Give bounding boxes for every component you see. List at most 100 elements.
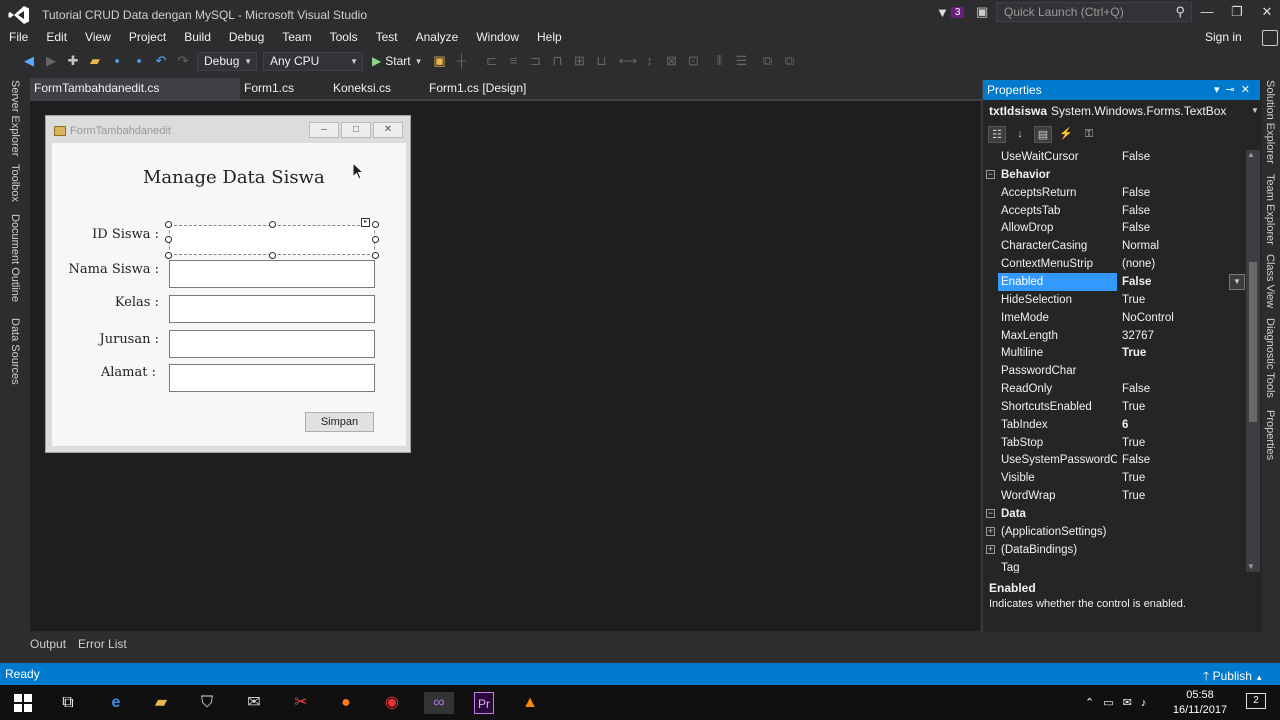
property-value[interactable]: 6 — [1122, 416, 1128, 434]
notifications-button[interactable]: ▼ 3 — [936, 5, 965, 20]
undo-icon[interactable]: ↶ — [152, 52, 170, 70]
resize-handle[interactable] — [165, 236, 172, 243]
tab-form1-design[interactable]: Form1.cs [Design] — [425, 78, 530, 99]
user-icon[interactable] — [1262, 30, 1278, 46]
property-row[interactable]: HideSelection True — [983, 291, 1245, 309]
menu-view[interactable]: View — [76, 28, 120, 48]
start-debugging-button[interactable]: ▶ Start ▼ — [372, 54, 423, 68]
kelas-textbox[interactable] — [169, 295, 375, 323]
menu-file[interactable]: File — [0, 28, 37, 48]
events-icon[interactable]: ⚡ — [1057, 126, 1075, 143]
tab-form1-cs[interactable]: Form1.cs — [240, 78, 298, 99]
property-value[interactable]: True — [1122, 398, 1145, 416]
resize-handle[interactable] — [269, 252, 276, 259]
vertical-spacing-icon[interactable]: ☰ — [733, 52, 751, 70]
minimize-button[interactable]: — — [1192, 4, 1222, 19]
id-siswa-label[interactable]: ID Siswa : — [49, 227, 159, 242]
form-heading-label[interactable]: Manage Data Siswa — [143, 167, 325, 188]
property-value[interactable]: False — [1122, 148, 1150, 166]
feedback-icon[interactable]: ▣ — [976, 4, 988, 20]
windows-start-icon[interactable] — [14, 694, 32, 712]
align-lefts-icon[interactable]: ⊏ — [483, 52, 501, 70]
firefox-icon[interactable]: ● — [335, 692, 357, 714]
store-icon[interactable]: ⛉ — [196, 692, 218, 714]
task-view-icon[interactable]: ⧉ — [57, 692, 79, 714]
class-view-tab[interactable]: Class View — [1264, 254, 1276, 308]
edge-browser-icon[interactable]: e — [105, 692, 127, 714]
align-bottoms-icon[interactable]: ⊔ — [593, 52, 611, 70]
smart-tag-icon[interactable]: ▸ — [361, 218, 370, 227]
property-row[interactable]: Tag — [983, 559, 1245, 573]
document-outline-tab[interactable]: Document Outline — [9, 214, 21, 302]
visual-studio-taskbar-icon[interactable]: ∞ — [424, 692, 454, 714]
nama-siswa-textbox[interactable] — [169, 260, 375, 288]
solution-configuration-select[interactable]: Debug ▼ — [197, 51, 257, 71]
close-window-button[interactable]: ✕ — [1252, 4, 1280, 20]
alphabetical-icon[interactable]: ↓ — [1011, 126, 1029, 143]
make-same-height-icon[interactable]: ↕ — [641, 52, 659, 70]
menu-debug[interactable]: Debug — [220, 28, 273, 48]
taskbar-clock[interactable]: 05:58 16/11/2017 — [1170, 688, 1230, 718]
solution-explorer-tab[interactable]: Solution Explorer — [1264, 80, 1276, 164]
menu-help[interactable]: Help — [528, 28, 571, 48]
designed-form-minimize-button[interactable]: – — [309, 122, 339, 138]
menu-window[interactable]: Window — [467, 28, 528, 48]
designed-form-maximize-button[interactable]: □ — [341, 122, 371, 138]
property-row[interactable]: CharacterCasing Normal — [983, 237, 1245, 255]
toolbox-tab[interactable]: Toolbox — [9, 164, 21, 202]
property-row[interactable]: WordWrap True — [983, 487, 1245, 505]
property-row[interactable]: + (ApplicationSettings) — [983, 523, 1245, 541]
nama-siswa-label[interactable]: Nama Siswa : — [49, 262, 159, 277]
simpan-button[interactable]: Simpan — [305, 412, 374, 432]
make-same-size-icon[interactable]: ⊠ — [663, 52, 681, 70]
jurusan-label[interactable]: Jurusan : — [49, 332, 159, 347]
chevron-down-icon[interactable]: ▼ — [1229, 273, 1245, 290]
panel-controls[interactable]: ▾⊸✕ — [1214, 80, 1256, 100]
property-row[interactable]: AcceptsTab False — [983, 202, 1245, 220]
expand-icon[interactable]: + — [986, 544, 995, 554]
sign-in-link[interactable]: Sign in — [1205, 30, 1242, 44]
send-to-back-icon[interactable]: ⧉ — [781, 52, 799, 70]
property-category-row[interactable]: − Behavior — [983, 166, 1245, 184]
properties-tab[interactable]: Properties — [1264, 410, 1276, 460]
collapse-icon[interactable]: − — [986, 509, 995, 518]
open-file-icon[interactable]: ▰ — [86, 52, 104, 70]
size-to-grid-icon[interactable]: ⊡ — [685, 52, 703, 70]
property-value[interactable]: True — [1122, 291, 1145, 309]
media-app-icon[interactable]: ✂ — [290, 692, 312, 714]
property-row[interactable]: TabStop True — [983, 434, 1245, 452]
property-value[interactable]: False — [1122, 184, 1150, 202]
diagnostic-tools-tab[interactable]: Diagnostic Tools — [1264, 318, 1276, 398]
premiere-icon[interactable]: Pr — [474, 692, 494, 714]
property-row[interactable]: Visible True — [983, 469, 1245, 487]
property-value[interactable]: True — [1122, 344, 1146, 362]
scroll-up-icon[interactable]: ▲ — [1247, 150, 1255, 159]
bring-to-front-icon[interactable]: ⧉ — [759, 52, 777, 70]
team-explorer-tab[interactable]: Team Explorer — [1264, 174, 1276, 245]
categorized-icon[interactable]: ☷ — [988, 126, 1006, 143]
save-icon[interactable]: ▪ — [108, 52, 126, 70]
align-tops-icon[interactable]: ⊓ — [549, 52, 567, 70]
menu-test[interactable]: Test — [367, 28, 407, 48]
align-centers-icon[interactable]: ≡ — [505, 52, 523, 70]
property-value[interactable]: True — [1122, 434, 1145, 452]
make-same-width-icon[interactable]: ⟷ — [619, 52, 638, 70]
menu-project[interactable]: Project — [120, 28, 175, 48]
error-list-tab[interactable]: Error List — [78, 637, 127, 651]
property-value[interactable]: NoControl — [1122, 309, 1174, 327]
save-all-icon[interactable]: ▪ — [130, 52, 148, 70]
scroll-down-icon[interactable]: ▼ — [1247, 562, 1255, 571]
property-value[interactable]: True — [1122, 487, 1145, 505]
menu-edit[interactable]: Edit — [37, 28, 76, 48]
navigate-back-icon[interactable]: ◀ — [20, 52, 38, 70]
property-row[interactable]: + (DataBindings) — [983, 541, 1245, 559]
tab-koneksi-cs[interactable]: Koneksi.cs — [329, 78, 395, 99]
tab-formtambahdanedit-design[interactable]: FormTambahdanedit.cs [Design]*⊸✕ — [30, 78, 240, 116]
resize-handle[interactable] — [372, 252, 379, 259]
align-rights-icon[interactable]: ⊐ — [527, 52, 545, 70]
alamat-textbox[interactable] — [169, 364, 375, 392]
menu-analyze[interactable]: Analyze — [407, 28, 468, 48]
new-project-icon[interactable]: ✚ — [64, 52, 82, 70]
property-row[interactable]: AcceptsReturn False — [983, 184, 1245, 202]
property-value[interactable]: 32767 — [1122, 327, 1154, 345]
